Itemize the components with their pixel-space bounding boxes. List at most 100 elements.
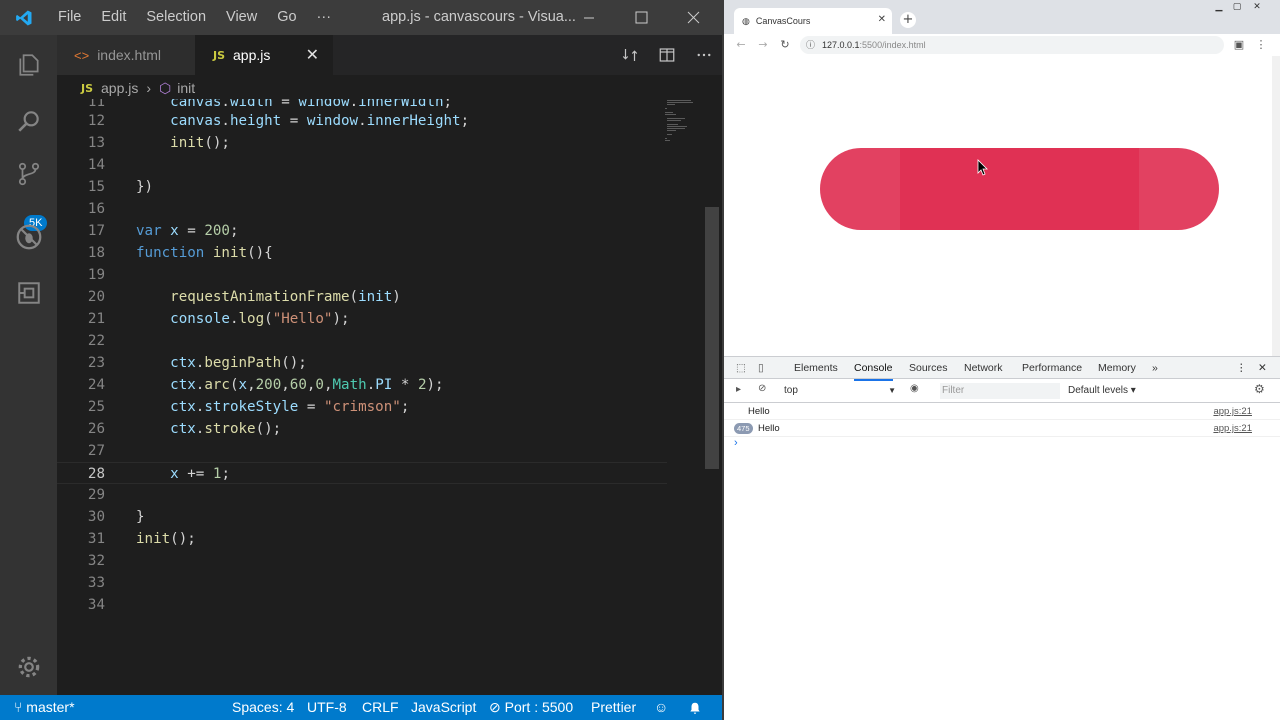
- tab-elements[interactable]: Elements: [794, 357, 838, 379]
- encoding-status[interactable]: UTF-8: [307, 695, 347, 720]
- tab-network[interactable]: Network: [964, 357, 1003, 379]
- html-file-icon: <>: [74, 47, 90, 63]
- address-bar[interactable]: ⓘ 127.0.0.1:5500/index.html: [800, 36, 1224, 54]
- menu-more[interactable]: ···: [307, 0, 342, 35]
- browser-tab[interactable]: ◍ CanvasCours ✕: [734, 8, 892, 34]
- sidebar-toggle-icon[interactable]: ▸: [736, 384, 741, 395]
- clear-console-icon[interactable]: ⊘: [758, 383, 766, 394]
- prettier-status[interactable]: Prettier: [591, 695, 636, 720]
- vscode-window: File Edit Selection View Go ··· app.js -…: [0, 0, 722, 720]
- code-text: }: [136, 509, 145, 525]
- console-message-text: Hello: [748, 406, 770, 417]
- breadcrumb-file[interactable]: app.js: [101, 80, 138, 96]
- more-actions-icon[interactable]: [685, 35, 722, 75]
- js-file-icon: JS: [81, 81, 94, 95]
- source-control-icon[interactable]: [0, 149, 57, 199]
- line-number: 17: [87, 223, 105, 239]
- code-line: 25 ctx.strokeStyle = "crimson";: [57, 396, 667, 418]
- forward-icon[interactable]: →: [756, 38, 770, 52]
- minimap[interactable]: [665, 99, 705, 149]
- extensions-icon[interactable]: [0, 268, 57, 318]
- log-levels-select[interactable]: Default levels ▾: [1068, 383, 1136, 399]
- url-host: 127.0.0.1: [822, 40, 860, 50]
- menu-selection[interactable]: Selection: [136, 0, 216, 35]
- line-number: 20: [87, 289, 105, 305]
- inspect-element-icon[interactable]: ⬚: [736, 357, 746, 379]
- breadcrumb-symbol[interactable]: init: [177, 80, 195, 96]
- settings-gear-icon[interactable]: [0, 642, 57, 692]
- close-devtools-icon[interactable]: ✕: [1258, 357, 1267, 379]
- device-toolbar-icon[interactable]: ▯: [758, 357, 764, 379]
- language-mode-status[interactable]: JavaScript: [411, 695, 476, 720]
- code-line: 21 console.log("Hello");: [57, 308, 667, 330]
- back-icon[interactable]: ←: [734, 38, 748, 52]
- close-tab-icon[interactable]: ✕: [878, 14, 886, 25]
- close-tab-icon[interactable]: ✕: [306, 45, 319, 65]
- maximize-button[interactable]: ▢: [1230, 2, 1244, 14]
- line-number: 14: [87, 157, 105, 173]
- tab-sources[interactable]: Sources: [909, 357, 948, 379]
- editor-scrollbar[interactable]: [705, 207, 719, 469]
- code-line: 15}): [57, 176, 667, 198]
- console-prompt[interactable]: ›: [734, 437, 738, 449]
- code-text: requestAnimationFrame(init): [170, 289, 401, 305]
- explorer-icon[interactable]: [0, 40, 57, 90]
- code-line: 30}: [57, 506, 667, 528]
- page-canvas[interactable]: [724, 56, 1280, 356]
- code-line: 19: [57, 264, 667, 286]
- code-editor[interactable]: 11 canvas.width = window.innerWidth; 12 …: [57, 99, 722, 695]
- tab-console[interactable]: Console: [854, 357, 893, 381]
- info-icon: ⓘ: [806, 40, 816, 50]
- new-tab-button[interactable]: +: [900, 12, 916, 28]
- browser-menu-icon[interactable]: ⋮: [1254, 38, 1268, 52]
- menu-view[interactable]: View: [216, 0, 267, 35]
- close-window-button[interactable]: [670, 0, 716, 35]
- console-source-link[interactable]: app.js:21: [1213, 420, 1252, 437]
- reload-icon[interactable]: ↻: [778, 38, 792, 52]
- line-number: 15: [87, 179, 105, 195]
- close-window-button[interactable]: ✕: [1250, 2, 1264, 14]
- split-editor-icon[interactable]: [648, 35, 685, 75]
- console-message: 475 Hello app.js:21: [724, 420, 1280, 437]
- live-server-status[interactable]: ⊘ Port : 5500: [489, 695, 573, 720]
- tab-performance[interactable]: Performance: [1022, 357, 1082, 379]
- eye-icon[interactable]: ◉: [910, 383, 919, 394]
- tab-memory[interactable]: Memory: [1098, 357, 1136, 379]
- maximize-button[interactable]: [618, 0, 664, 35]
- code-text: var x = 200;: [136, 223, 239, 239]
- breadcrumb: JS app.js › ⬡ init: [57, 75, 722, 101]
- line-number: 30: [87, 509, 105, 525]
- vscode-logo-icon: [0, 0, 48, 35]
- menu-edit[interactable]: Edit: [91, 0, 136, 35]
- git-branch-status[interactable]: ⑂ master*: [14, 695, 75, 720]
- feedback-smiley-icon[interactable]: ☺: [654, 695, 668, 720]
- console-settings-gear-icon[interactable]: ⚙: [1254, 382, 1265, 396]
- search-icon[interactable]: [0, 96, 57, 146]
- page-scrollbar[interactable]: [1272, 56, 1280, 356]
- eol-status[interactable]: CRLF: [362, 695, 399, 720]
- menu-go[interactable]: Go: [267, 0, 306, 35]
- console-filter-input[interactable]: Filter: [940, 383, 1060, 399]
- devtools-menu-icon[interactable]: ⋮: [1236, 357, 1247, 379]
- tab-app-js[interactable]: JS app.js ✕: [195, 35, 333, 75]
- open-changes-icon[interactable]: [611, 35, 648, 75]
- tab-index-html[interactable]: <> index.html: [57, 35, 195, 75]
- context-select[interactable]: top ▼: [784, 384, 896, 398]
- minimize-button[interactable]: [566, 0, 612, 35]
- tab-label: index.html: [97, 47, 161, 63]
- url-path: :5500/index.html: [859, 40, 926, 50]
- code-text: init();: [136, 531, 196, 547]
- debug-icon[interactable]: [0, 212, 57, 262]
- dropdown-arrow-icon: ▼: [888, 386, 896, 395]
- profile-icon[interactable]: ▣: [1232, 38, 1246, 52]
- code-text: ctx.arc(x,200,60,0,Math.PI * 2);: [170, 377, 444, 393]
- window-title: app.js - canvascours - Visua...: [382, 9, 576, 25]
- minimize-button[interactable]: ▁: [1212, 2, 1226, 14]
- menu-file[interactable]: File: [48, 0, 91, 35]
- code-text: function init(){: [136, 245, 273, 261]
- notifications-bell-icon[interactable]: [688, 695, 702, 720]
- console-source-link[interactable]: app.js:21: [1213, 403, 1252, 420]
- line-number: 34: [87, 597, 105, 613]
- indentation-status[interactable]: Spaces: 4: [232, 695, 294, 720]
- more-tabs-icon[interactable]: »: [1152, 357, 1158, 379]
